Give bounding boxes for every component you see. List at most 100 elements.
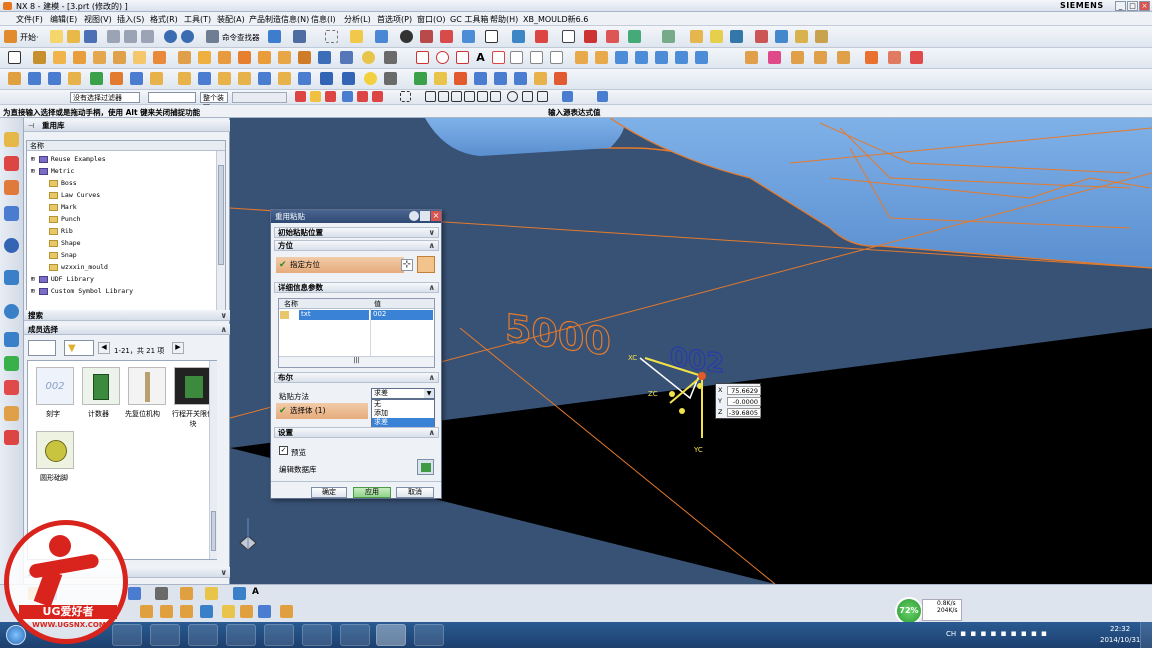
hole-icon[interactable] [73, 51, 86, 64]
section-initial-paste[interactable]: 初始粘贴位置 ∨ [274, 227, 439, 238]
handle-ball-2[interactable] [679, 408, 685, 414]
open-file-icon[interactable] [67, 30, 80, 43]
snap-tangent-icon[interactable] [464, 91, 475, 102]
new-file-icon[interactable] [50, 30, 63, 43]
view-section-icon[interactable] [180, 587, 193, 600]
snap-center-icon[interactable] [507, 91, 518, 102]
tree-item[interactable]: ⊞ Metric [31, 165, 74, 177]
unite-icon[interactable] [178, 51, 191, 64]
cut-icon[interactable] [107, 30, 120, 43]
mould-bom-icon[interactable] [910, 51, 923, 64]
command-finder-button[interactable]: 命令查找器 [222, 32, 260, 43]
make-tangent-icon[interactable] [298, 72, 311, 85]
expression-icon[interactable] [474, 72, 487, 85]
tree-item[interactable]: Rib [49, 225, 73, 237]
part-navigator-icon-side[interactable] [4, 180, 19, 195]
draft-icon[interactable] [298, 51, 311, 64]
start-orb-icon[interactable] [6, 625, 26, 645]
snap-point-icon[interactable] [562, 91, 573, 102]
tree-item[interactable]: Mark [49, 201, 77, 213]
undo-icon[interactable] [164, 30, 177, 43]
start-icon[interactable] [4, 30, 17, 43]
assembly-nav-icon[interactable] [293, 30, 306, 43]
tree-item[interactable]: wzxxin_mould [49, 261, 108, 273]
text-icon[interactable]: A [474, 51, 487, 64]
view-light-icon[interactable] [205, 587, 218, 600]
preview-checkbox[interactable]: ✓ [279, 446, 288, 455]
menu-xb-mould[interactable]: XB_MOULD新6.6 [523, 14, 588, 25]
section-orient-chevron-icon[interactable]: ∧ [429, 241, 436, 250]
taskbar-tool-icon[interactable] [414, 624, 444, 646]
tree-item[interactable]: Punch [49, 213, 81, 225]
settings-gear-icon[interactable] [420, 211, 430, 221]
redo-icon[interactable] [181, 30, 194, 43]
members-scroll-thumb[interactable] [211, 511, 216, 551]
coord-z-input[interactable]: -39.6805 [727, 408, 761, 417]
edit-icon[interactable] [795, 30, 808, 43]
sketch-icon[interactable] [8, 51, 21, 64]
section-boolean-chevron-icon[interactable]: ∧ [429, 373, 436, 382]
member-thumb-4[interactable] [36, 431, 74, 469]
surface-icon[interactable] [575, 51, 588, 64]
mould-ejector-icon[interactable] [865, 51, 878, 64]
synchronous-icon[interactable] [90, 72, 103, 85]
view-annotation-icon[interactable]: A [252, 587, 265, 600]
thicken-icon[interactable] [655, 51, 668, 64]
make-coplanar-icon[interactable] [258, 72, 271, 85]
members-chevron-icon[interactable]: ∧ [221, 324, 228, 335]
snap-toolbar-4-icon[interactable] [200, 605, 213, 618]
fillet-curve-icon[interactable] [456, 51, 469, 64]
menu-view[interactable]: 视图(V) [84, 14, 112, 25]
ime-indicator[interactable]: CH [946, 630, 956, 638]
member-thumb-0[interactable]: 002 [36, 367, 74, 405]
mould-tool-icon[interactable] [745, 51, 758, 64]
taskbar-docs-icon[interactable] [302, 624, 332, 646]
render-icon[interactable] [420, 30, 433, 43]
tree-item[interactable]: Boss [49, 177, 77, 189]
rectangle-select-icon[interactable] [400, 91, 411, 102]
next-page-button[interactable]: ▶ [172, 342, 184, 354]
members-scrollbar[interactable] [209, 361, 217, 559]
through-curves-icon[interactable] [595, 51, 608, 64]
select-body-row[interactable]: ✔ 选择体 (1) [276, 403, 368, 419]
check-geometry-icon[interactable] [414, 72, 427, 85]
process-studio-icon[interactable] [4, 356, 19, 371]
rectangle-icon[interactable] [492, 51, 505, 64]
offset-surface-icon[interactable] [675, 51, 688, 64]
reuse-library-icon[interactable] [514, 72, 527, 85]
angular-dim-icon[interactable] [342, 72, 355, 85]
extrude-icon[interactable] [33, 51, 46, 64]
section-settings[interactable]: 设置 ∧ [274, 427, 439, 438]
tree-scrollbar[interactable] [216, 151, 225, 319]
orient-dropdown-icon[interactable] [417, 256, 435, 273]
table-icon[interactable] [510, 51, 523, 64]
taskbar-nx-icon[interactable] [376, 624, 406, 646]
window-icon[interactable] [268, 30, 281, 43]
taskbar-plane-icon[interactable] [264, 624, 294, 646]
analysis-icon[interactable] [690, 30, 703, 43]
move-icon[interactable] [775, 30, 788, 43]
resize-blend-icon[interactable] [68, 72, 81, 85]
save-icon[interactable] [84, 30, 97, 43]
tray-icons[interactable]: ▪▪▪▪▪▪▪▪▪ [960, 629, 1096, 641]
close-button[interactable]: × [1139, 1, 1150, 11]
paste-method-arrow-icon[interactable]: ▼ [424, 389, 434, 398]
move-face-icon[interactable] [8, 72, 21, 85]
constraint-navigator-icon[interactable] [4, 156, 19, 171]
mirror-icon[interactable] [178, 72, 191, 85]
hd3d-tools-icon[interactable] [4, 238, 19, 253]
history-tab-icon[interactable] [4, 304, 19, 319]
boss-icon[interactable] [93, 51, 106, 64]
mould-cooling-icon[interactable] [888, 51, 901, 64]
history-icon[interactable] [534, 72, 547, 85]
wcs-icon[interactable] [512, 30, 525, 43]
cancel-button[interactable]: 取消 [396, 487, 434, 498]
members-section[interactable]: 成员选择 ∧ [24, 324, 230, 335]
filter-select-small[interactable]: ▼ [64, 340, 94, 356]
menu-format[interactable]: 格式(R) [150, 14, 178, 25]
preview-chevron-icon[interactable]: ∨ [221, 567, 228, 578]
menu-insert[interactable]: 插入(S) [117, 14, 144, 25]
type-select[interactable] [148, 92, 196, 103]
command-finder-icon[interactable] [206, 30, 219, 43]
csys-dialog-icon[interactable]: ⊹ [401, 259, 413, 271]
